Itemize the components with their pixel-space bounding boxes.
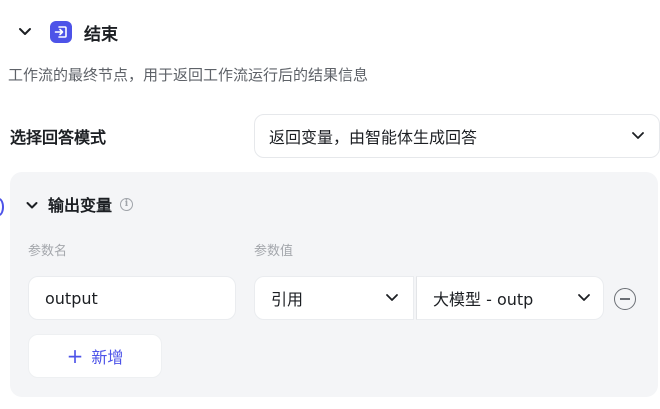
minus-icon: [620, 298, 630, 300]
source-variable-value: 大模型 - outp: [433, 290, 534, 309]
node-header: 结束: [16, 18, 118, 46]
node-title: 结束: [84, 24, 118, 45]
info-icon[interactable]: i: [120, 197, 134, 211]
source-type-select[interactable]: 引用: [254, 276, 414, 320]
output-variables-panel: 输出变量 i 参数名 参数值 引用 大模型 - outp + 新增: [10, 172, 658, 397]
param-name-input[interactable]: [28, 276, 236, 320]
node-description: 工作流的最终节点，用于返回工作流运行后的结果信息: [8, 66, 369, 84]
chevron-down-icon: [631, 128, 645, 148]
plus-icon: +: [66, 344, 84, 368]
connection-port-icon[interactable]: [0, 198, 4, 216]
answer-mode-select[interactable]: 返回变量，由智能体生成回答: [254, 114, 660, 158]
source-type-value: 引用: [271, 290, 304, 309]
remove-row-button[interactable]: [614, 288, 636, 310]
add-variable-button[interactable]: + 新增: [28, 334, 162, 378]
answer-mode-row: 选择回答模式 返回变量，由智能体生成回答: [10, 114, 660, 158]
output-variables-header[interactable]: 输出变量 i: [26, 194, 134, 215]
answer-mode-label: 选择回答模式: [10, 128, 107, 147]
param-value-column-label: 参数值: [254, 244, 294, 259]
output-variables-title: 输出变量: [48, 196, 113, 215]
answer-mode-value: 返回变量，由智能体生成回答: [269, 128, 478, 147]
param-name-column-label: 参数名: [28, 244, 68, 259]
source-variable-select[interactable]: 大模型 - outp: [416, 276, 604, 320]
add-variable-label: 新增: [91, 348, 124, 367]
chevron-down-icon: [385, 290, 399, 310]
collapse-chevron-icon[interactable]: [16, 23, 34, 41]
end-node-icon: [50, 21, 72, 43]
collapse-chevron-icon[interactable]: [26, 195, 38, 214]
chevron-down-icon: [577, 290, 591, 310]
